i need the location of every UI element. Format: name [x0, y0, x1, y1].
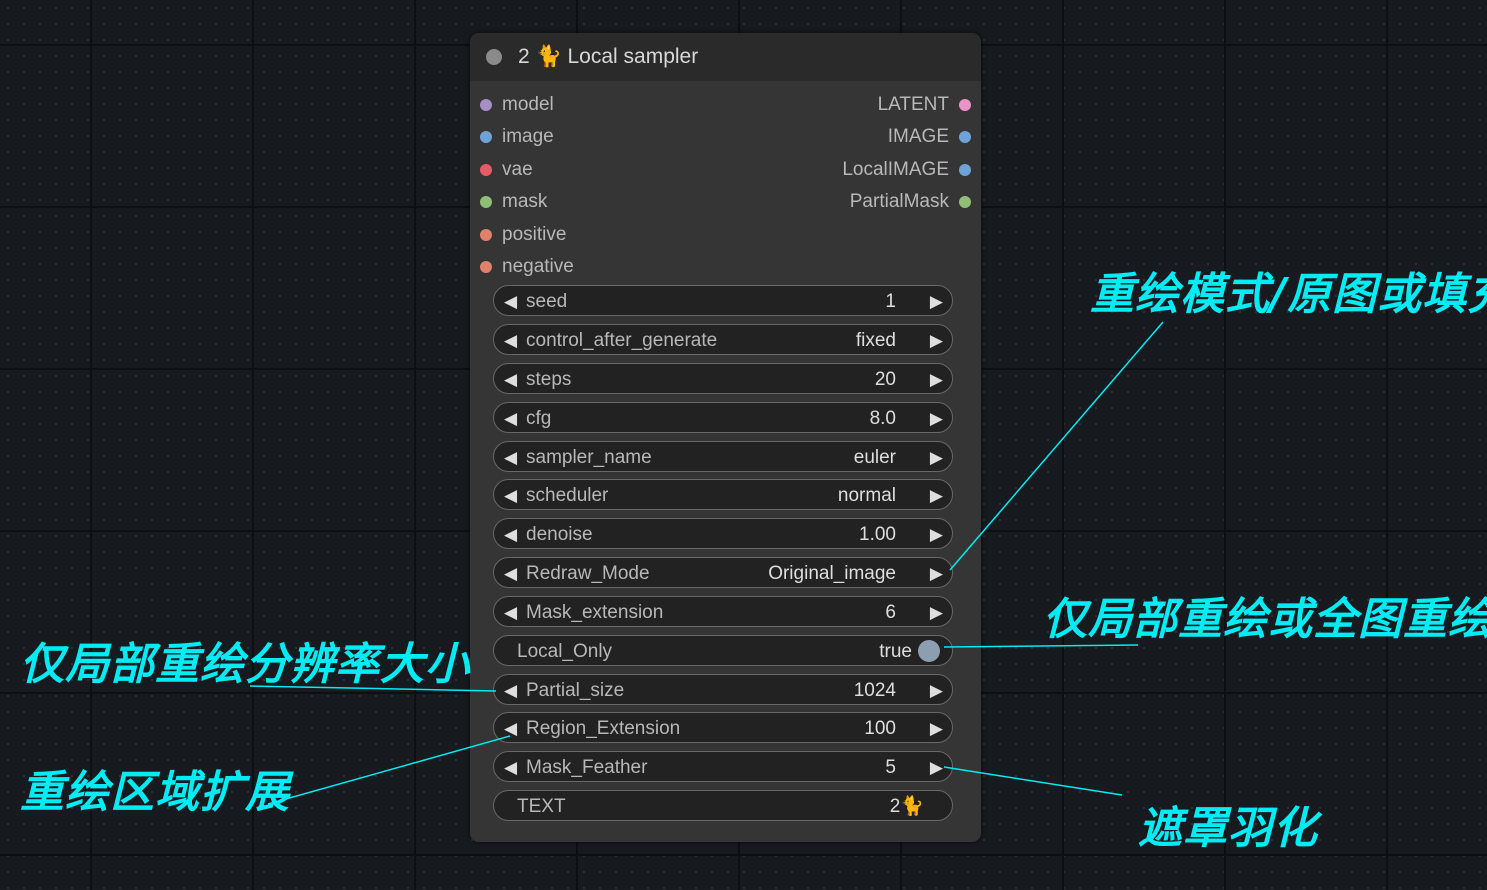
- annotation-mask-feather: 遮罩羽化: [1138, 803, 1318, 854]
- annotation-redraw-mode: 重绘模式/原图或填充: [1090, 269, 1487, 320]
- region-extension-leader-line: [267, 735, 511, 805]
- annotation-local-only: 仅局部重绘或全图重绘: [1043, 594, 1487, 645]
- mask-feather-leader-line: [943, 766, 1123, 796]
- annotation-region-extension: 重绘区域扩展: [20, 767, 290, 818]
- redraw-mode-leader-line: [949, 321, 1164, 571]
- annotation-partial-size: 仅局部重绘分辨率大小: [20, 639, 470, 690]
